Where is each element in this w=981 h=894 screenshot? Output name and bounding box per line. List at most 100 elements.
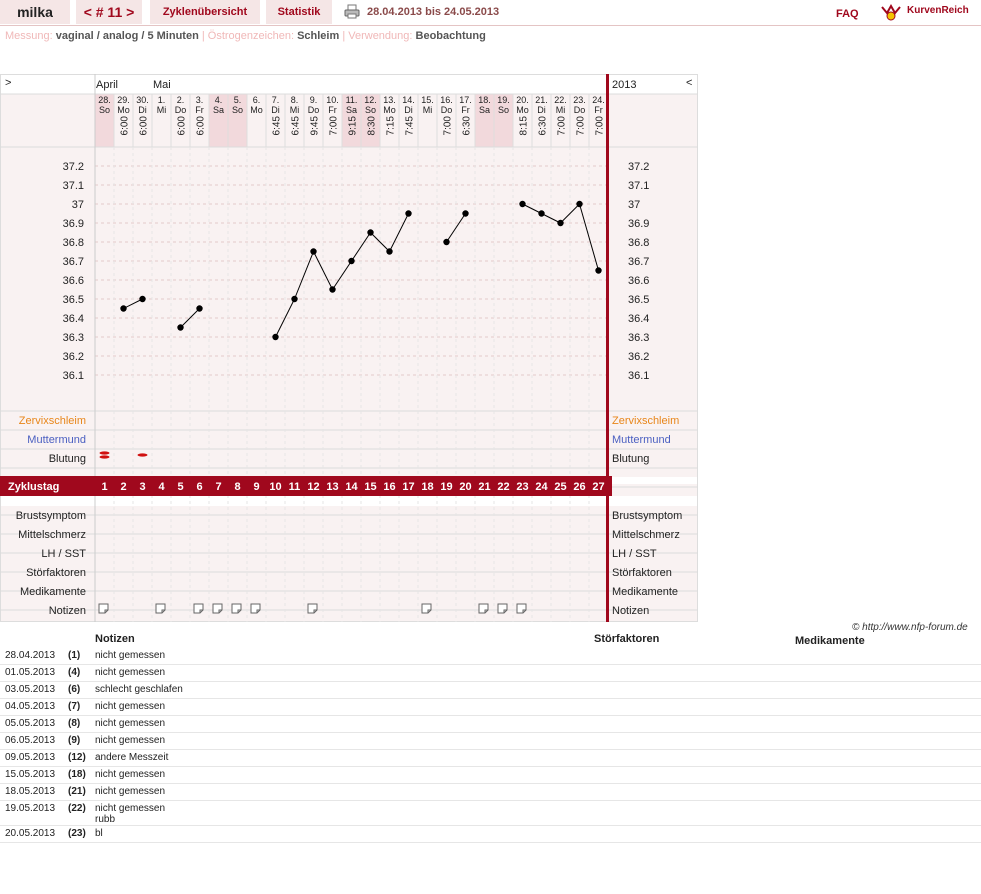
temp-point[interactable] bbox=[139, 295, 146, 303]
logo-icon[interactable] bbox=[880, 3, 902, 21]
temp-point[interactable] bbox=[291, 295, 298, 303]
day-weekday: Fr bbox=[594, 105, 603, 115]
logo-text[interactable]: KurvenReich bbox=[907, 5, 969, 16]
note-icon[interactable] bbox=[193, 603, 204, 614]
measure-time: 6:30 bbox=[462, 116, 473, 136]
y-tick-label: 37.1 bbox=[63, 180, 84, 192]
notes-row: 09.05.2013 (12) andere Messzeit bbox=[0, 750, 981, 767]
measure-time: 7:00 bbox=[443, 116, 454, 136]
note-icon[interactable] bbox=[231, 603, 242, 614]
day-weekday: Fr bbox=[461, 105, 470, 115]
y-tick-label-right: 36.6 bbox=[628, 275, 649, 287]
day-date: 5. bbox=[234, 95, 242, 105]
current-day-marker bbox=[606, 74, 609, 622]
copyright: © http://www.nfp-forum.de bbox=[852, 622, 968, 633]
note-text: nicht gemessen bbox=[95, 718, 166, 729]
row-label-brust: Brustsymptom bbox=[16, 510, 86, 522]
note-text: nicht gemessen bbox=[95, 735, 166, 746]
day-date: 24. bbox=[592, 95, 605, 105]
day-date: 1. bbox=[158, 95, 166, 105]
user-name: milka bbox=[0, 0, 70, 24]
y-tick-label-right: 36.1 bbox=[628, 370, 649, 382]
month-april: April bbox=[96, 79, 118, 91]
note-cycle-day: (21) bbox=[68, 786, 86, 797]
y-tick-label-right: 36.7 bbox=[628, 256, 649, 268]
y-tick-label-right: 36.9 bbox=[628, 218, 649, 230]
row-label-zervix: Zervixschleim bbox=[19, 415, 86, 427]
printer-icon[interactable] bbox=[344, 4, 360, 19]
day-date: 14. bbox=[402, 95, 415, 105]
day-weekday: Sa bbox=[479, 105, 490, 115]
day-date: 2. bbox=[177, 95, 185, 105]
measure-time: 9:45 bbox=[310, 116, 321, 136]
temp-point[interactable] bbox=[310, 248, 317, 255]
measure-time: 8:15 bbox=[519, 116, 530, 136]
day-weekday: So bbox=[232, 105, 243, 115]
day-weekday: Mo bbox=[250, 105, 263, 115]
y-tick-label-right: 37.2 bbox=[628, 161, 649, 173]
temp-point[interactable] bbox=[576, 200, 583, 208]
note-icon[interactable] bbox=[307, 603, 318, 614]
note-icon[interactable] bbox=[516, 603, 527, 614]
note-icon[interactable] bbox=[421, 603, 432, 614]
cycle-day-number: 2 bbox=[120, 481, 126, 493]
temp-point[interactable] bbox=[367, 229, 374, 236]
cycle-day-number: 27 bbox=[592, 481, 604, 493]
stoer-header: Störfaktoren bbox=[594, 633, 660, 645]
temp-point[interactable] bbox=[405, 210, 412, 217]
row-label-right-stoer: Störfaktoren bbox=[612, 567, 672, 579]
temp-point[interactable] bbox=[120, 305, 127, 312]
day-date: 11. bbox=[346, 95, 358, 105]
notes-row: 28.04.2013 (1) nicht gemessen bbox=[0, 648, 981, 665]
cycle-day-number: 4 bbox=[158, 481, 165, 493]
note-icon[interactable] bbox=[155, 603, 166, 614]
day-weekday: Do bbox=[574, 105, 586, 115]
cycle-navigation[interactable]: < # 11 > bbox=[76, 0, 142, 24]
note-icon[interactable] bbox=[250, 603, 261, 614]
day-date: 29. bbox=[117, 95, 130, 105]
note-text: nicht gemessen bbox=[95, 667, 166, 678]
cycle-day-number: 22 bbox=[497, 481, 509, 493]
notes-header: Notizen bbox=[95, 633, 135, 645]
temp-point[interactable] bbox=[386, 248, 393, 255]
y-tick-label-right: 36.5 bbox=[628, 294, 649, 306]
temp-point[interactable] bbox=[519, 200, 526, 208]
temp-point[interactable] bbox=[595, 267, 602, 274]
temp-point[interactable] bbox=[443, 238, 450, 246]
y-tick-label-right: 36.8 bbox=[628, 237, 649, 249]
right-arrow[interactable]: < bbox=[686, 77, 692, 89]
faq-link[interactable]: FAQ bbox=[836, 8, 859, 20]
y-tick-label-right: 37.1 bbox=[628, 180, 649, 192]
note-icon[interactable] bbox=[478, 603, 489, 614]
cycle-day-number: 9 bbox=[253, 481, 259, 493]
temp-point[interactable] bbox=[177, 324, 184, 331]
temp-point[interactable] bbox=[272, 333, 279, 341]
measure-time: 6:30 bbox=[538, 116, 549, 136]
note-icon[interactable] bbox=[98, 603, 109, 614]
temp-point[interactable] bbox=[557, 219, 564, 227]
day-weekday: Mi bbox=[290, 105, 300, 115]
note-icon[interactable] bbox=[212, 603, 223, 614]
measure-time: 8:30 bbox=[367, 116, 378, 136]
note-date: 05.05.2013 bbox=[5, 718, 56, 729]
note-text: andere Messzeit bbox=[95, 752, 169, 763]
spacer-bg bbox=[0, 496, 698, 506]
day-date: 4. bbox=[215, 95, 223, 105]
temp-point[interactable] bbox=[462, 210, 469, 217]
temp-point[interactable] bbox=[348, 257, 355, 265]
day-weekday: Mi bbox=[556, 105, 566, 115]
day-date: 21. bbox=[535, 95, 548, 105]
temp-point[interactable] bbox=[196, 305, 203, 312]
notes-row: 06.05.2013 (9) nicht gemessen bbox=[0, 733, 981, 750]
note-text: nicht gemessen bbox=[95, 786, 166, 797]
day-weekday: Di bbox=[404, 105, 413, 115]
left-arrow[interactable]: > bbox=[5, 77, 11, 89]
y-tick-label: 36.9 bbox=[63, 218, 84, 230]
note-icon[interactable] bbox=[497, 603, 508, 614]
temp-point[interactable] bbox=[329, 286, 336, 293]
temp-point[interactable] bbox=[538, 210, 545, 217]
tab-statistics[interactable]: Statistik bbox=[266, 0, 332, 24]
cycle-day-number: 19 bbox=[440, 481, 452, 493]
day-date: 13. bbox=[383, 95, 396, 105]
tab-cycle-overview[interactable]: Zyklenübersicht bbox=[150, 0, 260, 24]
